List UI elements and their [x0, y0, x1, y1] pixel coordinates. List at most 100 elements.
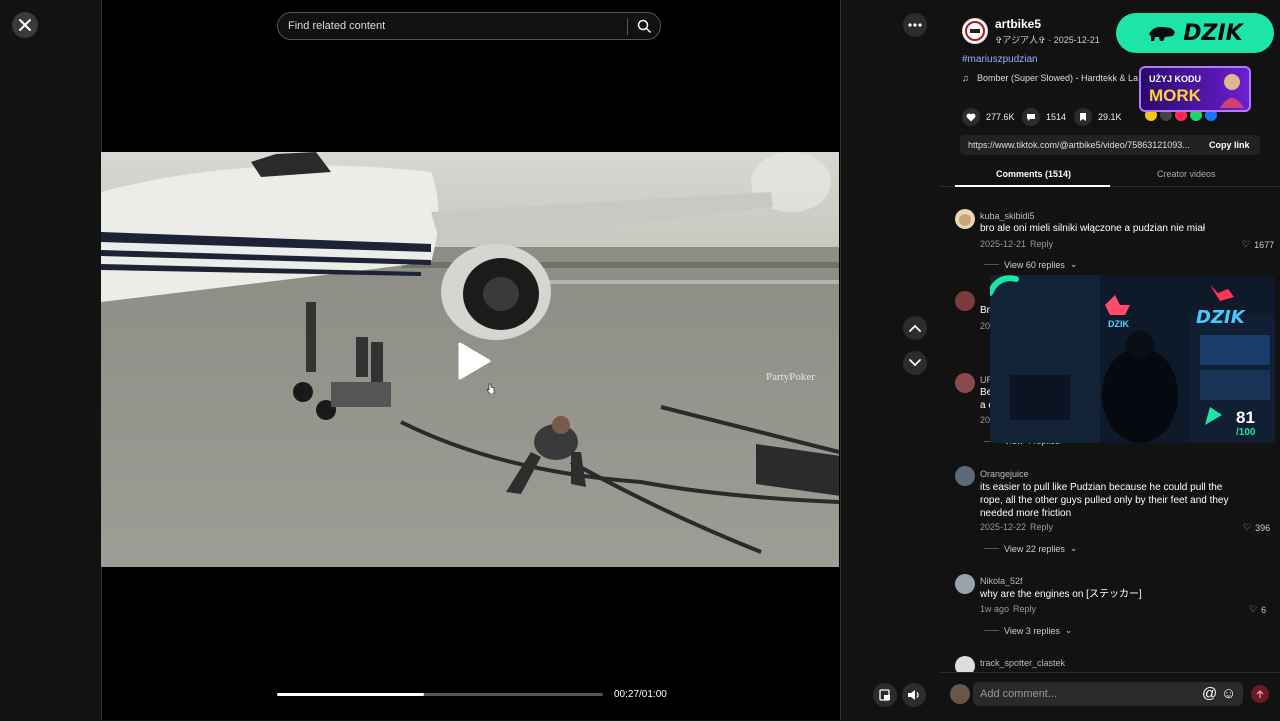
play-icon[interactable] [456, 341, 492, 381]
share-link-url[interactable]: https://www.tiktok.com/@artbike5/video/7… [968, 140, 1190, 150]
hashtag-link[interactable]: #mariuszpudzian [962, 54, 1038, 65]
add-comment-input[interactable]: Add comment... @ ☺ [973, 682, 1243, 706]
dzik-brand-text: DZIK [1183, 20, 1243, 46]
comment-avatar[interactable] [955, 209, 975, 229]
comment-username[interactable]: Nikola_52f [980, 576, 1023, 586]
comment-username[interactable]: Orangejuice [980, 469, 1029, 479]
stream-overlay: DZIK DZIK 81 /100 [990, 275, 1275, 443]
view-replies-label: View 3 replies [1004, 625, 1060, 636]
character-icon [1220, 74, 1244, 108]
stream-scene: DZIK DZIK 81 /100 [990, 275, 1275, 443]
comment-avatar[interactable] [955, 291, 975, 311]
comment-like-button[interactable]: ♡ 6 [1249, 604, 1266, 615]
comment-text-line3: needed more friction [980, 508, 1072, 519]
comment-icon [1022, 108, 1040, 126]
comments-stat[interactable]: 1514 [1022, 108, 1066, 126]
volume-icon [908, 690, 919, 700]
close-button[interactable] [12, 12, 38, 38]
comment-text: why are the engines on [ステッカー] [980, 589, 1142, 600]
playback-progress-fill [277, 693, 424, 696]
saves-count: 29.1K [1098, 112, 1122, 122]
mention-icon[interactable]: @ [1202, 685, 1217, 702]
creator-logo-icon [965, 21, 985, 41]
comment-date: 20 [980, 321, 991, 331]
comment-like-count: 6 [1261, 604, 1267, 615]
promo-code-banner: UŻYJ KODU MORK [1139, 66, 1251, 112]
comment-text: its easier to pull like Pudzian because … [980, 482, 1223, 493]
comments-count: 1514 [1046, 112, 1067, 122]
comment-date: 2025-12-21 [980, 239, 1027, 249]
comment-text: Br [980, 305, 990, 316]
close-icon [19, 19, 31, 31]
view-replies-button[interactable]: View 60 replies ⌄ [984, 259, 1077, 270]
comment-reply-button[interactable]: Reply [1013, 604, 1036, 614]
add-comment-placeholder[interactable]: Add comment... [980, 688, 1057, 700]
promo-code: MORK [1149, 86, 1201, 105]
post-subtitle: ✞アジア人✞ · 2025-12-21 [995, 35, 1100, 45]
dzik-ad-logo: DZIK [1116, 13, 1274, 53]
likes-stat[interactable]: 277.6K [962, 108, 1015, 126]
chevron-up-icon [909, 324, 921, 332]
view-replies-label: View 60 replies [1004, 259, 1065, 270]
search-bar[interactable]: Find related content [277, 12, 661, 40]
chevron-down-icon: ⌄ [1069, 259, 1078, 269]
promo-line-1: UŻYJ KODU [1149, 74, 1202, 84]
comment-date: 2025-12-22 [980, 522, 1027, 532]
comment-username[interactable]: track_spotter_clastek [980, 658, 1065, 668]
search-input[interactable]: Find related content [288, 20, 385, 32]
comment-like-count: 396 [1255, 522, 1271, 533]
comment-text-line2: rope, all the other guys pulled only by … [980, 495, 1229, 506]
view-replies-label: View 22 replies [1004, 543, 1065, 554]
view-replies-button[interactable]: View 3 replies ⌄ [984, 625, 1072, 636]
comment-reply-button[interactable]: Reply [1030, 239, 1053, 249]
stream-sign-text: DZIK [1196, 307, 1247, 328]
active-tab-indicator [955, 185, 1110, 187]
chevron-down-icon: ⌄ [1069, 543, 1078, 553]
comment-like-button[interactable]: ♡ 396 [1243, 522, 1270, 533]
chevron-down-icon: ⌄ [1064, 625, 1073, 635]
boar-icon [1149, 26, 1176, 41]
comment-avatar[interactable] [955, 466, 975, 486]
banner-text: PartyPoker [766, 371, 815, 383]
comment-like-count: 1677 [1254, 239, 1275, 250]
comment-like-button[interactable]: ♡ 1677 [1242, 239, 1274, 250]
svg-text:DZIK: DZIK [1108, 319, 1129, 329]
more-options-button[interactable] [903, 13, 927, 37]
comment-username[interactable]: kuba_skibidi5 [980, 211, 1035, 221]
heart-outline-icon: ♡ [1242, 239, 1251, 249]
stream-score-total: /100 [1236, 427, 1256, 438]
comment-date: 20 [980, 415, 991, 425]
floating-player-button[interactable] [873, 683, 897, 707]
heart-icon [962, 108, 980, 126]
emoji-icon[interactable]: ☺ [1221, 685, 1236, 702]
video-viewer: Find related content PartyPoker 00:27/01… [0, 0, 940, 720]
share-link-box: https://www.tiktok.com/@artbike5/video/7… [960, 135, 1260, 155]
copy-link-button[interactable]: Copy link [1209, 140, 1250, 150]
playback-progress-bar[interactable] [277, 693, 603, 696]
post-comment-button[interactable] [1251, 685, 1269, 703]
creator-username[interactable]: artbike5 [995, 17, 1041, 31]
view-replies-button[interactable]: View 22 replies ⌄ [984, 543, 1077, 554]
tab-comments[interactable]: Comments (1514) [996, 169, 1071, 179]
tab-creator-videos[interactable]: Creator videos [1157, 169, 1216, 179]
volume-button[interactable] [902, 683, 926, 707]
creator-avatar[interactable] [962, 18, 988, 44]
music-title[interactable]: Bomber (Super Slowed) - Hardtekk & La [977, 73, 1138, 83]
playback-time: 00:27/01:00 [614, 689, 667, 700]
comment-avatar[interactable] [955, 574, 975, 594]
arrow-up-icon [1256, 689, 1264, 698]
previous-video-button[interactable] [903, 316, 927, 340]
stream-score: 81 [1236, 408, 1255, 427]
heart-outline-icon: ♡ [1249, 604, 1258, 614]
next-video-button[interactable] [903, 351, 927, 375]
bookmark-icon [1074, 108, 1092, 126]
comment-text: bro ale oni mieli silniki włączone a pud… [980, 223, 1206, 234]
comment-avatar[interactable] [955, 373, 975, 393]
search-icon[interactable] [637, 19, 651, 33]
my-avatar[interactable] [950, 684, 970, 704]
chevron-down-icon [909, 359, 921, 367]
saves-stat[interactable]: 29.1K [1074, 108, 1122, 126]
comment-reply-button[interactable]: Reply [1030, 522, 1053, 532]
pip-icon [879, 689, 890, 701]
music-icon: ♫ [962, 73, 969, 83]
